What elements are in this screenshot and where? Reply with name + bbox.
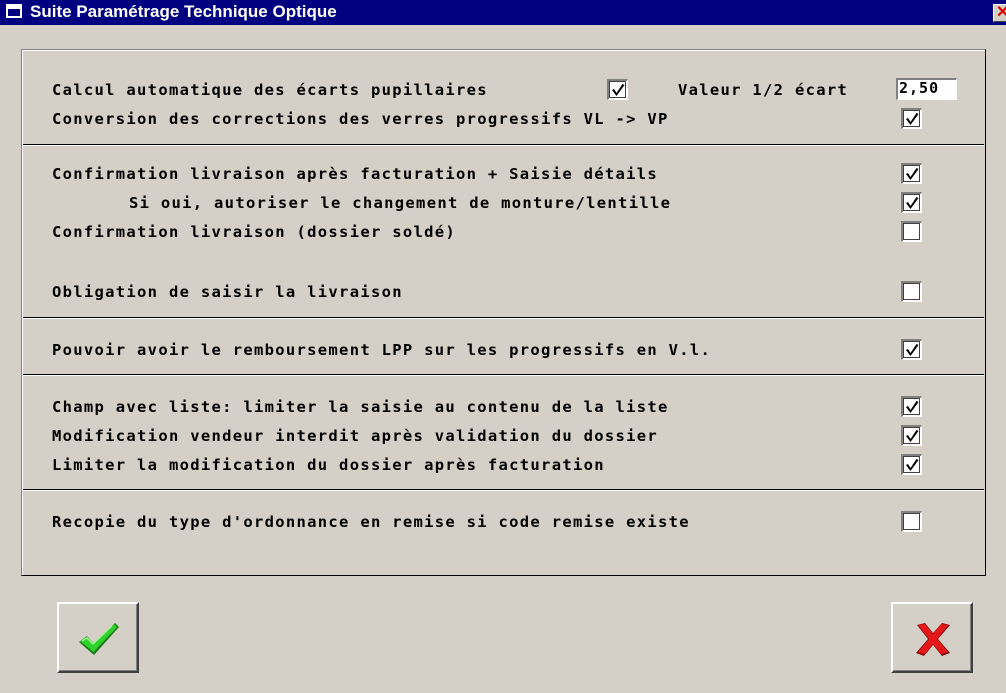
title-bar: Suite Paramétrage Technique Optique ✕ bbox=[0, 0, 1006, 25]
checkmark-icon bbox=[612, 84, 625, 96]
window-title: Suite Paramétrage Technique Optique bbox=[30, 2, 337, 21]
separator bbox=[23, 374, 984, 376]
red-x-icon bbox=[916, 623, 950, 656]
checkmark-icon bbox=[906, 113, 919, 125]
separator bbox=[23, 144, 984, 146]
checkmark-icon bbox=[906, 401, 919, 413]
ok-button[interactable] bbox=[57, 602, 139, 673]
window-icon[interactable] bbox=[6, 4, 22, 18]
checkbox-confirm-facturation[interactable] bbox=[901, 163, 922, 184]
checkbox-confirm-solde[interactable] bbox=[901, 221, 922, 242]
label-recopie-ordonnance: Recopie du type d'ordonnance en remise s… bbox=[52, 513, 690, 531]
close-icon[interactable]: ✕ bbox=[993, 4, 1006, 22]
label-autoriser-changement: Si oui, autoriser le changement de montu… bbox=[129, 194, 672, 212]
checkbox-conversion[interactable] bbox=[901, 108, 922, 129]
label-obligation-livraison: Obligation de saisir la livraison bbox=[52, 283, 403, 301]
separator bbox=[23, 489, 984, 491]
label-modif-vendeur: Modification vendeur interdit après vali… bbox=[52, 427, 659, 445]
label-confirm-solde: Confirmation livraison (dossier soldé) bbox=[52, 223, 457, 241]
checkbox-remboursement-lpp[interactable] bbox=[901, 339, 922, 360]
settings-panel: Calcul automatique des écarts pupillaire… bbox=[21, 49, 986, 576]
checkmark-icon bbox=[906, 459, 919, 471]
separator bbox=[23, 317, 984, 319]
checkmark-icon bbox=[906, 197, 919, 209]
label-calcul-auto: Calcul automatique des écarts pupillaire… bbox=[52, 81, 488, 99]
label-limiter-modif: Limiter la modification du dossier après… bbox=[52, 456, 605, 474]
green-check-icon bbox=[79, 623, 119, 655]
label-champ-liste: Champ avec liste: limiter la saisie au c… bbox=[52, 398, 669, 416]
checkmark-icon bbox=[906, 430, 919, 442]
checkmark-icon bbox=[906, 344, 919, 356]
checkbox-autoriser-changement[interactable] bbox=[901, 192, 922, 213]
label-confirm-facturation: Confirmation livraison après facturation… bbox=[52, 165, 659, 183]
checkbox-obligation-livraison[interactable] bbox=[901, 281, 922, 302]
checkbox-modif-vendeur[interactable] bbox=[901, 425, 922, 446]
cancel-button[interactable] bbox=[891, 602, 973, 673]
checkbox-limiter-modif[interactable] bbox=[901, 454, 922, 475]
label-remboursement-lpp: Pouvoir avoir le remboursement LPP sur l… bbox=[52, 341, 712, 359]
demi-ecart-input[interactable]: 2,50 bbox=[896, 78, 957, 100]
checkbox-calcul-auto[interactable] bbox=[607, 79, 628, 100]
label-demi-ecart: Valeur 1/2 écart bbox=[678, 81, 849, 99]
checkmark-icon bbox=[906, 168, 919, 180]
label-conversion: Conversion des corrections des verres pr… bbox=[52, 110, 669, 128]
checkbox-champ-liste[interactable] bbox=[901, 396, 922, 417]
checkbox-recopie-ordonnance[interactable] bbox=[901, 511, 922, 532]
